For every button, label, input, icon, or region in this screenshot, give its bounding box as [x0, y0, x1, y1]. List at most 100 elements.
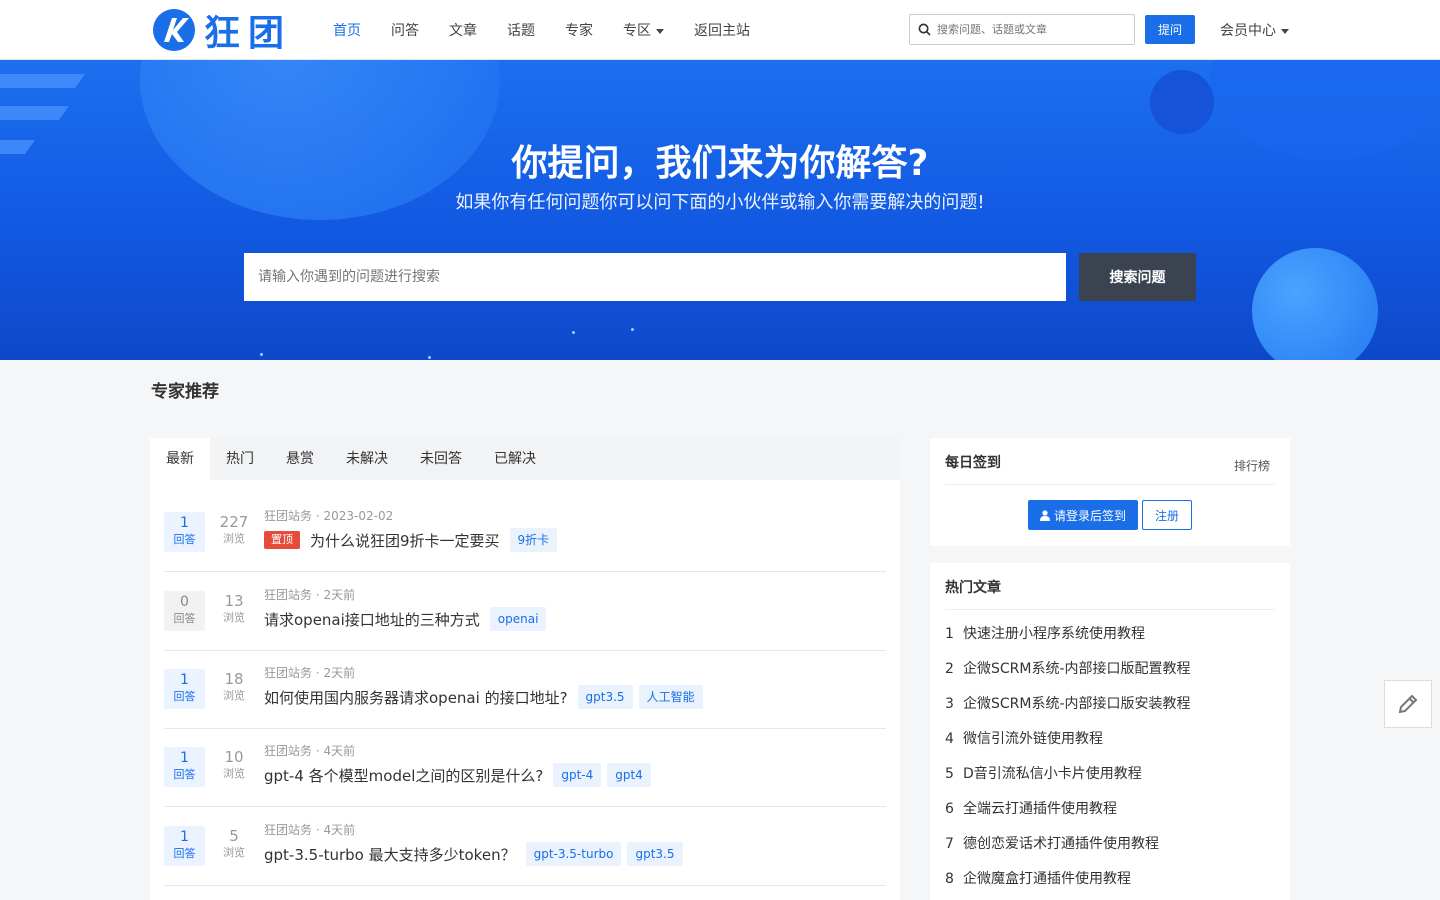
- question-tag[interactable]: openai: [489, 607, 547, 631]
- hot-article-title[interactable]: 微信引流外链使用教程: [963, 731, 1103, 747]
- decor-dot: [260, 353, 263, 356]
- view-count-label: 浏览: [223, 846, 245, 859]
- question-author[interactable]: 狂团站务: [264, 588, 312, 602]
- hot-article-rank: 7: [945, 836, 954, 852]
- answer-count: 1: [180, 829, 189, 845]
- answer-count-box: 1 回答: [164, 512, 205, 552]
- question-author[interactable]: 狂团站务: [264, 823, 312, 837]
- tab-unanswered[interactable]: 未回答: [404, 438, 478, 480]
- decor-circle: [1150, 70, 1214, 134]
- question-tag[interactable]: gpt3.5: [577, 685, 633, 709]
- question-meta: 狂团站务 · 4天前: [264, 744, 356, 758]
- decor-dot: [631, 328, 634, 331]
- banner-subtitle: 如果你有任何问题你可以问下面的小伙伴或输入你需要解决的问题!: [455, 192, 985, 213]
- view-count: 18: [224, 670, 244, 688]
- question-author[interactable]: 狂团站务: [264, 744, 312, 758]
- pinned-badge: 置顶: [264, 531, 300, 549]
- hot-article-item[interactable]: 2 企微SCRM系统-内部接口版配置教程: [945, 658, 1275, 693]
- question-time: 2天前: [323, 588, 356, 602]
- question-time: 4天前: [323, 744, 356, 758]
- question-time: 2天前: [323, 666, 356, 680]
- question-row[interactable]: 1 回答 5 浏览 狂团站务 · 4天前 gpt-3.5-turbo 最大支持多…: [164, 808, 886, 886]
- nav-articles[interactable]: 文章: [449, 20, 477, 40]
- nav-qa[interactable]: 问答: [391, 20, 419, 40]
- question-title[interactable]: gpt-4 各个模型model之间的区别是什么?: [264, 765, 543, 786]
- nav-zones-label: 专区: [623, 23, 651, 39]
- question-title[interactable]: gpt-3.5-turbo 最大支持多少token？: [264, 844, 516, 865]
- view-count: 227: [219, 513, 249, 531]
- question-title[interactable]: 如何使用国内服务器请求openai 的接口地址?: [264, 687, 568, 708]
- hero-search-input[interactable]: [244, 253, 1066, 301]
- question-title-line: gpt-4 各个模型model之间的区别是什么? gpt-4 gpt4: [264, 763, 657, 787]
- nav-experts[interactable]: 专家: [565, 20, 593, 40]
- nav-back-main[interactable]: 返回主站: [694, 20, 750, 40]
- question-row[interactable]: 1 回答 10 浏览 狂团站务 · 4天前 gpt-4 各个模型model之间的…: [164, 729, 886, 807]
- question-tag[interactable]: gpt-4: [553, 763, 602, 787]
- question-meta: 狂团站务 · 2天前: [264, 588, 356, 602]
- question-tag[interactable]: 人工智能: [638, 685, 703, 709]
- view-count: 13: [224, 592, 244, 610]
- hot-article-title[interactable]: 企微SCRM系统-内部接口版安装教程: [963, 696, 1191, 712]
- search-icon[interactable]: [918, 23, 931, 36]
- tab-bounty[interactable]: 悬赏: [270, 438, 330, 480]
- question-meta: 狂团站务 · 4天前: [264, 823, 356, 837]
- card-header: 每日签到 排行榜: [945, 438, 1275, 485]
- decor-stripe: [0, 74, 85, 88]
- floating-write-button[interactable]: [1384, 680, 1432, 728]
- question-author[interactable]: 狂团站务: [264, 666, 312, 680]
- question-tag[interactable]: gpt-3.5-turbo: [525, 842, 622, 866]
- hot-article-item[interactable]: 5 D音引流私信小卡片使用教程: [945, 763, 1275, 798]
- hot-article-title[interactable]: 企微魔盒打通插件使用教程: [963, 871, 1131, 887]
- hot-article-title[interactable]: 快速注册小程序系统使用教程: [963, 626, 1145, 642]
- hot-article-title[interactable]: 全端云打通插件使用教程: [963, 801, 1117, 817]
- question-row[interactable]: 1 回答 227 浏览 狂团站务 · 2023-02-02 置顶 为什么说狂团9…: [164, 494, 886, 572]
- decor-circle: [1252, 248, 1378, 360]
- user-icon: [1039, 509, 1050, 521]
- tab-hot[interactable]: 热门: [210, 438, 270, 480]
- hot-article-title[interactable]: D音引流私信小卡片使用教程: [963, 766, 1142, 782]
- answer-count: 1: [180, 515, 189, 531]
- decor-dot: [572, 331, 575, 334]
- chevron-down-icon: [1281, 28, 1289, 34]
- question-title[interactable]: 为什么说狂团9折卡一定要买: [310, 530, 500, 551]
- login-to-checkin-button[interactable]: 请登录后签到: [1028, 500, 1138, 530]
- header-search-input[interactable]: [937, 23, 1127, 36]
- hot-article-item[interactable]: 8 企微魔盒打通插件使用教程: [945, 868, 1275, 900]
- site-logo[interactable]: 狂团: [150, 6, 292, 54]
- decor-dot: [428, 356, 431, 359]
- question-row[interactable]: 1 回答 18 浏览 狂团站务 · 2天前 如何使用国内服务器请求openai …: [164, 651, 886, 729]
- hot-article-item[interactable]: 4 微信引流外链使用教程: [945, 728, 1275, 763]
- member-center-menu[interactable]: 会员中心: [1220, 20, 1289, 40]
- logo-text: 狂团: [204, 13, 293, 54]
- nav-topics[interactable]: 话题: [507, 20, 535, 40]
- tab-latest[interactable]: 最新: [150, 438, 210, 480]
- search-question-button[interactable]: 搜索问题: [1079, 253, 1196, 301]
- register-button[interactable]: 注册: [1142, 500, 1192, 530]
- hot-article-item[interactable]: 7 德创恋爱话术打通插件使用教程: [945, 833, 1275, 868]
- question-tag[interactable]: gpt3.5: [627, 842, 683, 866]
- view-count-box: 10 浏览: [214, 749, 254, 782]
- hot-article-item[interactable]: 1 快速注册小程序系统使用教程: [945, 623, 1275, 658]
- hot-article-item[interactable]: 3 企微SCRM系统-内部接口版安装教程: [945, 693, 1275, 728]
- leaderboard-link[interactable]: 排行榜: [1234, 457, 1270, 474]
- checkin-title: 每日签到: [945, 455, 1001, 471]
- ask-question-button[interactable]: 提问: [1145, 15, 1195, 44]
- tab-unsolved[interactable]: 未解决: [330, 438, 404, 480]
- tab-solved[interactable]: 已解决: [478, 438, 552, 480]
- hot-article-item[interactable]: 6 全端云打通插件使用教程: [945, 798, 1275, 833]
- question-row[interactable]: 0 回答 13 浏览 狂团站务 · 2天前 请求openai接口地址的三种方式 …: [164, 573, 886, 651]
- hot-articles-card: 热门文章 1 快速注册小程序系统使用教程 2 企微SCRM系统-内部接口版配置教程 …: [930, 563, 1290, 900]
- hot-article-rank: 2: [945, 661, 954, 677]
- question-tag[interactable]: gpt4: [607, 763, 651, 787]
- question-title-line: 置顶 为什么说狂团9折卡一定要买 9折卡: [264, 528, 563, 552]
- hot-article-title[interactable]: 企微SCRM系统-内部接口版配置教程: [963, 661, 1191, 677]
- hot-article-rank: 3: [945, 696, 954, 712]
- hot-article-title[interactable]: 德创恋爱话术打通插件使用教程: [963, 836, 1159, 852]
- question-author[interactable]: 狂团站务: [264, 509, 312, 523]
- question-tag[interactable]: 9折卡: [509, 528, 558, 552]
- header-search: [909, 14, 1135, 45]
- question-title[interactable]: 请求openai接口地址的三种方式: [264, 609, 480, 630]
- nav-home[interactable]: 首页: [333, 20, 361, 40]
- nav-zones[interactable]: 专区: [623, 20, 664, 40]
- hot-article-rank: 1: [945, 626, 954, 642]
